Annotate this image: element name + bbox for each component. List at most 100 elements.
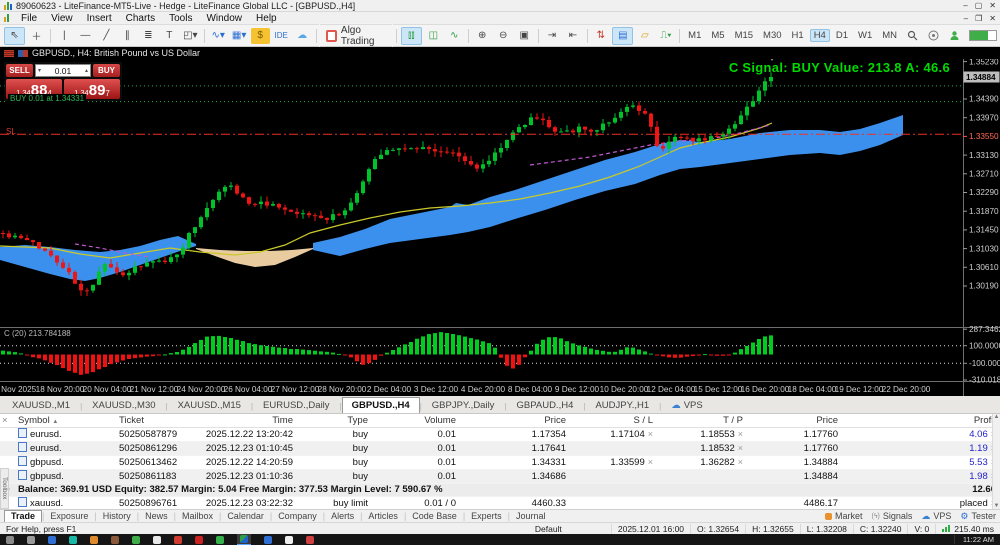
toolbox-dock-tab[interactable]: Toolbox (0, 468, 9, 509)
chart-tab-vps[interactable]: ☁VPS (661, 397, 713, 413)
column-header-s-l[interactable]: S / L (570, 414, 657, 427)
toolbox-tab-news[interactable]: News (139, 511, 174, 521)
toolbox-tab-articles[interactable]: Articles (362, 511, 404, 521)
channel-tool-icon[interactable]: ∥ (118, 28, 137, 44)
chart-tab-audjpy-h1[interactable]: AUDJPY.,H1 (585, 397, 659, 413)
taskbar-app-icon[interactable] (132, 536, 140, 544)
taskbar-app-icon[interactable] (111, 536, 119, 544)
chart-tab-gbpaud-h4[interactable]: GBPAUD.,H4 (507, 397, 584, 413)
taskbar-app-icon[interactable] (153, 536, 161, 544)
toolbox-tab-trade[interactable]: Trade (4, 510, 42, 523)
buy-button[interactable]: BUY (93, 64, 120, 77)
volume-down-icon[interactable]: ▾ (38, 67, 41, 74)
menu-tools[interactable]: Tools (162, 13, 199, 24)
price-chart-svg[interactable]: 1.352301.343901.339701.335501.331301.327… (0, 47, 1000, 396)
menu-charts[interactable]: Charts (119, 13, 162, 24)
chart-tab-gbpusd-h4[interactable]: GBPUSD.,H4 (342, 397, 420, 413)
timeframe-h4[interactable]: H4 (810, 29, 830, 42)
toolbox-tab-alerts[interactable]: Alerts (325, 511, 360, 521)
menu-file[interactable]: File (14, 13, 44, 24)
zoom-in-icon[interactable]: ⊕ (473, 28, 492, 44)
status-profile[interactable]: Default (529, 524, 612, 534)
column-header-price[interactable]: Price (747, 414, 842, 427)
dock-panel-icon[interactable]: ▤ (612, 27, 633, 45)
toolbox-tab-exposure[interactable]: Exposure (44, 511, 94, 521)
horizontal-line-tool-icon[interactable]: — (76, 28, 95, 44)
taskbar-app-icon[interactable] (90, 536, 98, 544)
scroll-up-icon[interactable]: ▲ (994, 414, 1000, 420)
panel-button-vps[interactable]: ☁VPS (921, 511, 951, 522)
chart-tab-xauusd-m30[interactable]: XAUUSD.,M30 (82, 397, 165, 413)
search-icon[interactable] (903, 28, 922, 44)
timeframe-m1[interactable]: M1 (684, 29, 705, 42)
menu-help[interactable]: Help (249, 13, 284, 24)
metaeditor-icon[interactable]: IDE (272, 28, 291, 44)
toolbox-tab-company[interactable]: Company (272, 511, 323, 521)
new-chart-icon[interactable]: ⎍▾ (656, 28, 675, 44)
line-chart-icon[interactable]: ∿ (445, 28, 464, 44)
vertical-line-tool-icon[interactable]: | (55, 28, 74, 44)
panel-button-market[interactable]: Market (825, 511, 863, 521)
taskbar-app-icon[interactable] (306, 536, 314, 544)
taskbar-app-icon[interactable] (6, 536, 14, 544)
column-header-type[interactable]: Type (297, 414, 372, 427)
chart-tab-xauusd-m1[interactable]: XAUUSD.,M1 (2, 397, 80, 413)
menu-insert[interactable]: Insert (80, 13, 119, 24)
chart-tab-xauusd-m15[interactable]: XAUUSD.,M15 (168, 397, 251, 413)
timeframe-d1[interactable]: D1 (832, 29, 852, 42)
child-restore-icon[interactable]: ❐ (975, 14, 982, 23)
taskbar-app-icon[interactable] (69, 536, 77, 544)
remove-sl-icon[interactable]: × (648, 457, 653, 467)
remove-tp-icon[interactable]: × (738, 457, 743, 467)
equidistant-channel-icon[interactable]: ≣ (139, 28, 158, 44)
sell-button[interactable]: SELL (6, 64, 33, 77)
column-header-volume[interactable]: Volume (372, 414, 460, 427)
remove-tp-icon[interactable]: × (738, 429, 743, 439)
auto-arrange-icon[interactable]: ⇅ (591, 28, 610, 44)
chart-tab-eurusd-daily[interactable]: EURUSD.,Daily (253, 397, 340, 413)
trendline-tool-icon[interactable]: ╱ (97, 28, 116, 44)
column-header-time[interactable]: Time (200, 414, 297, 427)
toolbox-tab-calendar[interactable]: Calendar (221, 511, 270, 521)
timeframe-w1[interactable]: W1 (854, 29, 876, 42)
timeframe-mn[interactable]: MN (878, 29, 901, 42)
cursor-tool-icon[interactable]: ⇖ (4, 27, 25, 45)
panel-button-signals[interactable]: (ϟ)Signals (871, 511, 912, 521)
child-close-icon[interactable]: ✕ (989, 14, 996, 23)
new-order-icon[interactable]: $ (251, 28, 270, 44)
timeframe-m30[interactable]: M30 (759, 29, 785, 42)
tile-windows-icon[interactable]: ▣ (515, 28, 534, 44)
remove-sl-icon[interactable]: × (648, 429, 653, 439)
shapes-tool-icon[interactable]: ◰▾ (181, 28, 200, 44)
column-header-t-p[interactable]: T / P (657, 414, 747, 427)
text-tool-icon[interactable]: T (160, 28, 179, 44)
child-minimize-icon[interactable]: – (964, 14, 968, 23)
taskbar-app-icon[interactable] (264, 536, 272, 544)
toolbox-close-icon[interactable]: × (0, 414, 14, 427)
candlestick-chart-icon[interactable]: ◫ (424, 28, 443, 44)
close-icon[interactable]: ✕ (989, 1, 996, 10)
windows-taskbar[interactable]: 11:22 AM (0, 534, 1000, 545)
table-row[interactable]: eurusd.502505878792025.12.22 13:20:42buy… (0, 428, 1000, 442)
taskbar-app-icon[interactable] (285, 536, 293, 544)
help-icon[interactable] (924, 28, 943, 44)
shift-chart-icon[interactable]: ⇤ (564, 28, 583, 44)
cloud-icon[interactable]: ☁ (293, 28, 312, 44)
account-icon[interactable] (945, 28, 964, 44)
column-header-price[interactable]: Price (460, 414, 570, 427)
taskbar-app-icon[interactable] (27, 536, 35, 544)
zoom-out-icon[interactable]: ⊖ (494, 28, 513, 44)
volume-input[interactable]: ▾ 0.01 ▴ (35, 64, 91, 77)
table-row[interactable]: gbpusd.502508611832025.12.23 01:10:36buy… (0, 470, 1000, 484)
timeframe-h1[interactable]: H1 (788, 29, 808, 42)
chart-window[interactable]: 1.352301.343901.339701.335501.331301.327… (0, 47, 1000, 396)
menu-view[interactable]: View (44, 13, 80, 24)
remove-tp-icon[interactable]: × (738, 443, 743, 453)
panel-button-tester[interactable]: ⚙Tester (960, 511, 996, 522)
toolbox-scrollbar[interactable]: ▲▼ (992, 414, 1000, 509)
chart-tab-gbpjpy-daily[interactable]: GBPJPY.,Daily (422, 397, 505, 413)
bar-chart-icon[interactable]: ⫾⫾ (401, 27, 422, 45)
crosshair-tool-icon[interactable]: ＋ (27, 28, 46, 44)
indicators-menu-icon[interactable]: ∿▾ (209, 28, 228, 44)
minimize-icon[interactable]: – (963, 1, 967, 10)
